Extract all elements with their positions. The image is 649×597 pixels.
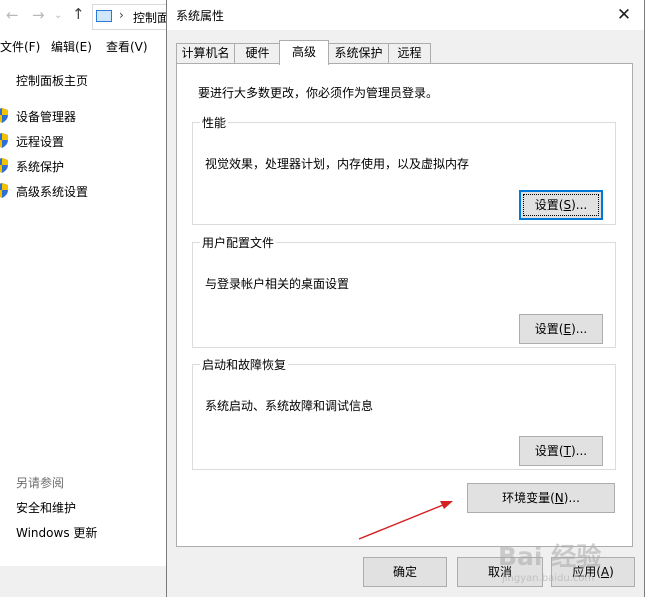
menu-edit[interactable]: 编辑(E) [51,38,92,55]
startup-recovery-title: 启动和故障恢复 [202,358,287,372]
back-arrow-icon[interactable]: ← [6,6,19,24]
focus-rect [523,194,599,216]
chevron-right-icon: › [119,8,124,22]
cancel-button[interactable]: 取消 [457,557,543,587]
startup-recovery-description: 系统启动、系统故障和调试信息 [205,399,374,413]
button-label: 设置 [534,444,559,458]
startup-recovery-settings-button[interactable]: 设置(T)... [519,436,603,466]
see-also-heading: 另请参阅 [16,476,65,490]
menu-file[interactable]: 文件(F) [0,38,40,55]
task-label: 系统保护 [16,160,65,174]
access-key: N [554,491,564,505]
control-panel-home-link[interactable]: 控制面板主页 [16,72,88,89]
button-label: 应用 [572,565,597,579]
access-key: A [600,565,610,579]
task-label: 远程设置 [16,135,65,149]
button-label: 设置 [534,322,559,336]
tab-computer-name[interactable]: 计算机名 [176,43,235,63]
performance-settings-button[interactable]: 设置(S)... [519,190,603,220]
dialog-title: 系统属性 [176,9,225,23]
tab-system-protection[interactable]: 系统保护 [328,43,389,63]
system-properties-dialog: 系统属性 ✕ 计算机名 硬件 高级 系统保护 远程 要进行大多数更改，你必须作为… [166,0,645,597]
tab-advanced[interactable]: 高级 [279,40,329,65]
access-key: E [563,322,572,336]
taskbar-strip [0,566,170,597]
dialog-titlebar[interactable]: 系统属性 ✕ [167,0,644,30]
task-label: 高级系统设置 [16,185,89,199]
ok-button[interactable]: 确定 [363,557,447,587]
security-maintenance-link[interactable]: 安全和维护 [16,499,76,516]
apply-button[interactable]: 应用(A) [551,557,635,587]
user-profiles-group: 用户配置文件 与登录帐户相关的桌面设置 设置(E)... [192,234,616,348]
chevron-down-icon[interactable]: ⌄ [54,10,62,21]
menu-view[interactable]: 查看(V) [106,38,148,55]
computer-icon [96,10,112,22]
performance-description: 视觉效果，处理器计划，内存使用，以及虚拟内存 [205,157,470,171]
user-profiles-description: 与登录帐户相关的桌面设置 [205,277,350,291]
user-profiles-title: 用户配置文件 [202,236,275,250]
performance-group: 性能 视觉效果，处理器计划，内存使用，以及虚拟内存 设置(S)... [192,114,616,225]
windows-update-link[interactable]: Windows 更新 [16,524,97,541]
tab-remote[interactable]: 远程 [388,43,431,63]
button-label: 环境变量 [502,491,551,505]
performance-title: 性能 [202,116,227,130]
navigation-bar: ← → ⌄ ↑ › 控制面 [0,0,173,34]
startup-recovery-group: 启动和故障恢复 系统启动、系统故障和调试信息 设置(T)... [192,356,616,470]
up-arrow-icon[interactable]: ↑ [72,5,85,23]
environment-variables-button[interactable]: 环境变量(N)... [467,483,615,513]
address-text: 控制面 [133,11,170,25]
admin-note: 要进行大多数更改，你必须作为管理员登录。 [198,86,439,100]
address-bar[interactable]: › 控制面 [92,4,173,30]
shield-icon [0,133,8,148]
access-key: T [563,444,571,458]
shield-icon [0,108,8,123]
close-icon[interactable]: ✕ [610,2,638,28]
advanced-tab-panel: 要进行大多数更改，你必须作为管理员登录。 性能 视觉效果，处理器计划，内存使用，… [176,63,633,547]
forward-arrow-icon[interactable]: → [32,6,45,24]
menu-bar: 文件(F) 编辑(E) 查看(V) [0,36,170,56]
shield-icon [0,183,8,198]
user-profiles-settings-button[interactable]: 设置(E)... [519,314,603,344]
task-label: 设备管理器 [16,110,77,124]
shield-icon [0,158,8,173]
tab-hardware[interactable]: 硬件 [234,43,281,63]
